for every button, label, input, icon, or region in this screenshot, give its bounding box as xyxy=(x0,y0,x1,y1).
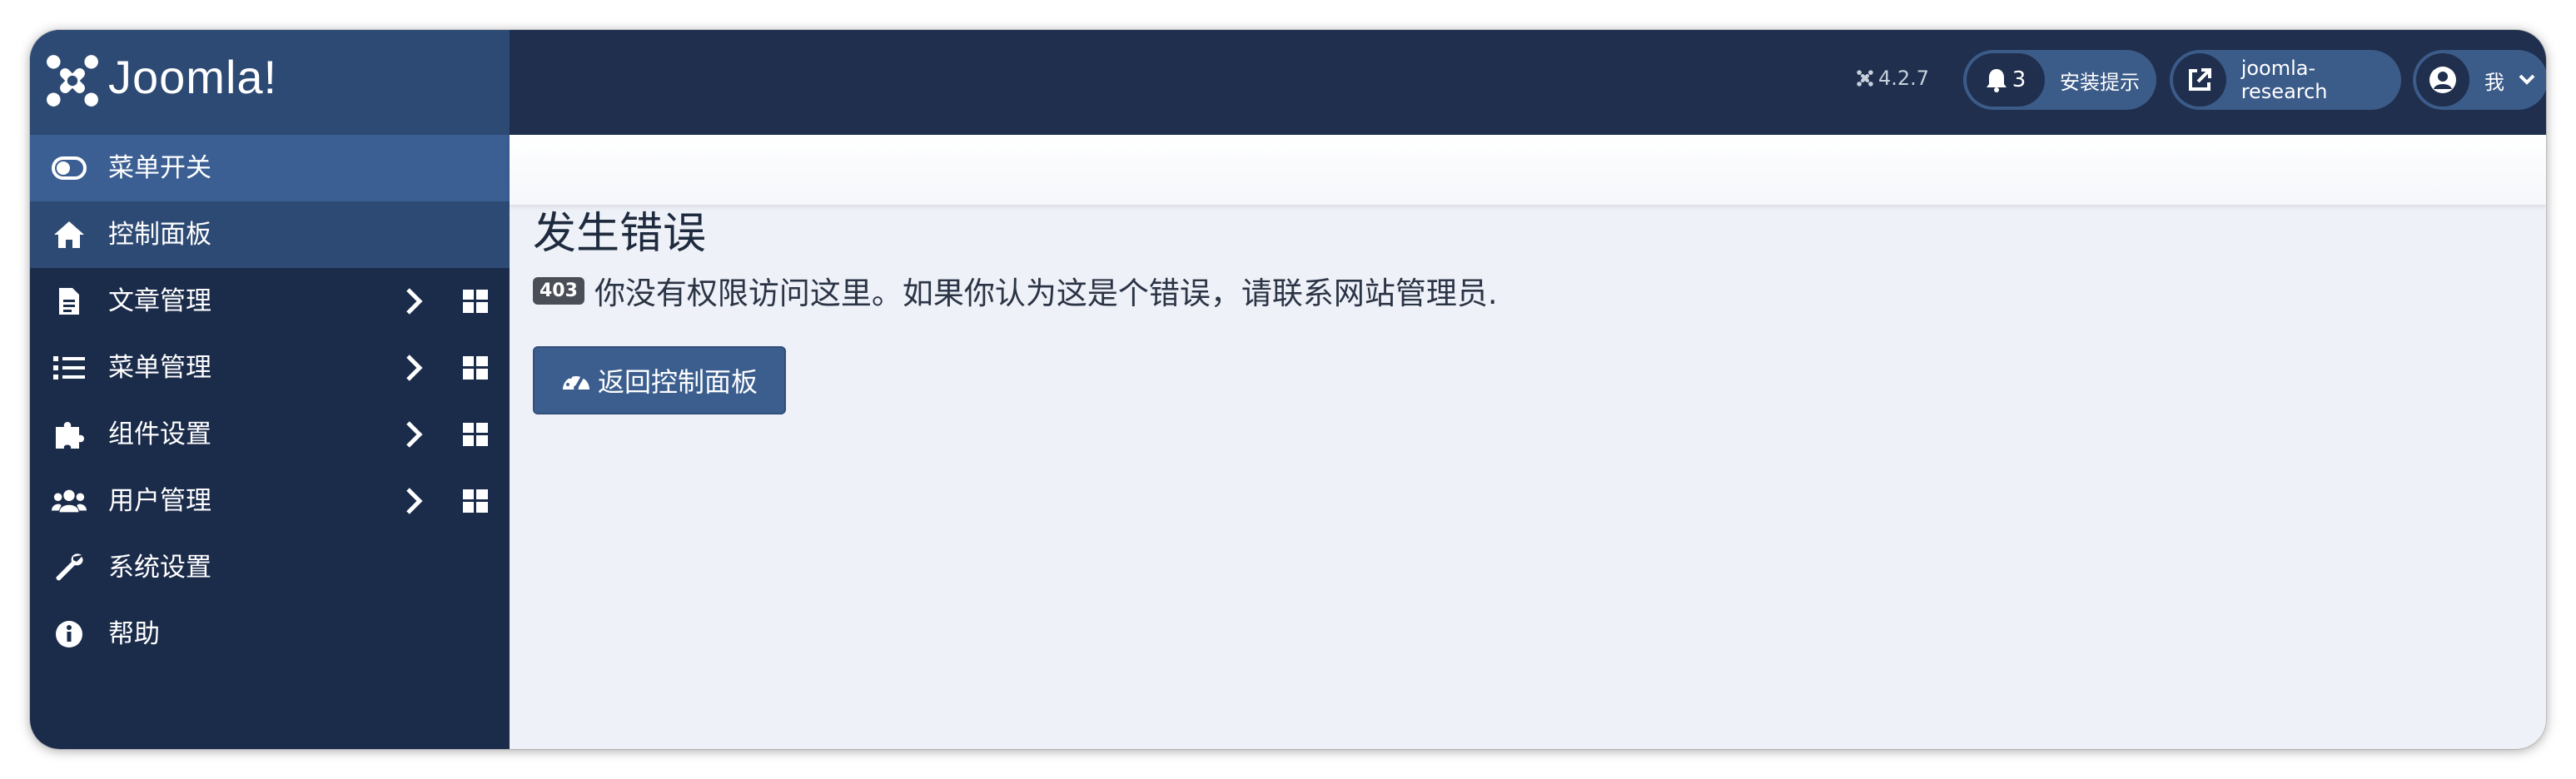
sidebar-item-dashboard[interactable]: 控制面板 xyxy=(30,201,510,268)
dashboard-grid-icon[interactable] xyxy=(463,489,488,513)
page-title: 发生错误 xyxy=(533,209,707,259)
external-link-icon xyxy=(2188,68,2211,91)
chevron-down-icon xyxy=(2519,74,2535,85)
sidebar-item-content[interactable]: 文章管理 xyxy=(30,268,510,335)
user-circle-icon xyxy=(2429,67,2456,93)
sidebar-item-help[interactable]: 帮助 xyxy=(30,601,510,667)
sidebar-item-menu-toggle[interactable]: 菜单开关 xyxy=(30,135,510,201)
sidebar-item-components[interactable]: 组件设置 xyxy=(30,401,510,468)
back-to-dashboard-button[interactable]: 返回控制面板 xyxy=(533,346,786,414)
notification-count: 3 xyxy=(2012,67,2026,92)
chevron-right-icon[interactable] xyxy=(403,353,425,383)
version-info: 4.2.7 xyxy=(1857,67,1929,90)
sidebar-item-label: 文章管理 xyxy=(108,286,211,316)
sidebar-nav: 菜单开关 控制面板 文章管理 菜单管理 组件设置 用户管理 系统设置 帮助 xyxy=(30,135,510,667)
brand-name: Joomla! xyxy=(108,51,278,103)
users-icon xyxy=(52,484,87,518)
list-icon xyxy=(52,351,87,385)
joomla-small-icon xyxy=(1857,70,1873,87)
home-icon xyxy=(52,218,87,251)
dashboard-grid-icon[interactable] xyxy=(463,356,488,380)
user-avatar xyxy=(2416,53,2469,107)
toggle-icon xyxy=(52,151,87,185)
user-name: 我 xyxy=(2484,70,2504,94)
sidebar-item-label: 菜单管理 xyxy=(108,353,211,383)
sidebar-item-label: 用户管理 xyxy=(108,486,211,516)
puzzle-icon xyxy=(52,418,87,451)
chevron-right-icon[interactable] xyxy=(403,419,425,449)
sidebar-item-label: 菜单开关 xyxy=(108,153,211,183)
back-button-label: 返回控制面板 xyxy=(597,366,758,398)
sidebar-item-label: 帮助 xyxy=(108,619,160,649)
sidebar-item-menus[interactable]: 菜单管理 xyxy=(30,335,510,401)
install-notifications-button[interactable]: 3 安装提示 xyxy=(1963,50,2156,110)
view-site-button[interactable]: joomla-research xyxy=(2170,50,2401,110)
error-text: 你没有权限访问这里。如果你认为这是个错误，请联系网站管理员. xyxy=(594,275,1498,311)
wrench-icon xyxy=(52,551,87,584)
external-link-icon-wrap xyxy=(2173,53,2226,107)
version-number: 4.2.7 xyxy=(1878,67,1930,90)
dashboard-gauge-icon xyxy=(562,373,589,390)
sidebar: Joomla! 菜单开关 控制面板 文章管理 菜单管理 组件设置 用户管理 系统… xyxy=(30,30,510,749)
toolbar-area xyxy=(510,135,2546,205)
error-message: 403 你没有权限访问这里。如果你认为这是个错误，请联系网站管理员. xyxy=(533,268,1498,313)
dashboard-grid-icon[interactable] xyxy=(463,290,488,313)
chevron-right-icon[interactable] xyxy=(403,286,425,316)
site-name: joomla-research xyxy=(2240,57,2328,103)
sidebar-item-label: 系统设置 xyxy=(108,553,211,583)
user-menu-button[interactable]: 我 xyxy=(2413,50,2546,110)
bell-icon xyxy=(1986,69,2007,92)
top-header: 4.2.7 3 安装提示 joomla-research 我 xyxy=(510,30,2546,135)
notification-label: 安装提示 xyxy=(2060,70,2140,94)
sidebar-item-users[interactable]: 用户管理 xyxy=(30,468,510,534)
brand-header[interactable]: Joomla! xyxy=(30,30,510,135)
info-icon xyxy=(52,618,87,651)
admin-window: Joomla! 菜单开关 控制面板 文章管理 菜单管理 组件设置 用户管理 系统… xyxy=(30,30,2546,749)
notification-count-badge: 3 xyxy=(1967,53,2045,107)
sidebar-item-label: 控制面板 xyxy=(108,220,211,250)
sidebar-item-label: 组件设置 xyxy=(108,419,211,449)
error-code-badge: 403 xyxy=(533,276,584,305)
file-icon xyxy=(52,285,87,318)
chevron-right-icon[interactable] xyxy=(403,486,425,516)
sidebar-item-system[interactable]: 系统设置 xyxy=(30,534,510,601)
dashboard-grid-icon[interactable] xyxy=(463,423,488,446)
joomla-logo-icon xyxy=(47,55,98,107)
